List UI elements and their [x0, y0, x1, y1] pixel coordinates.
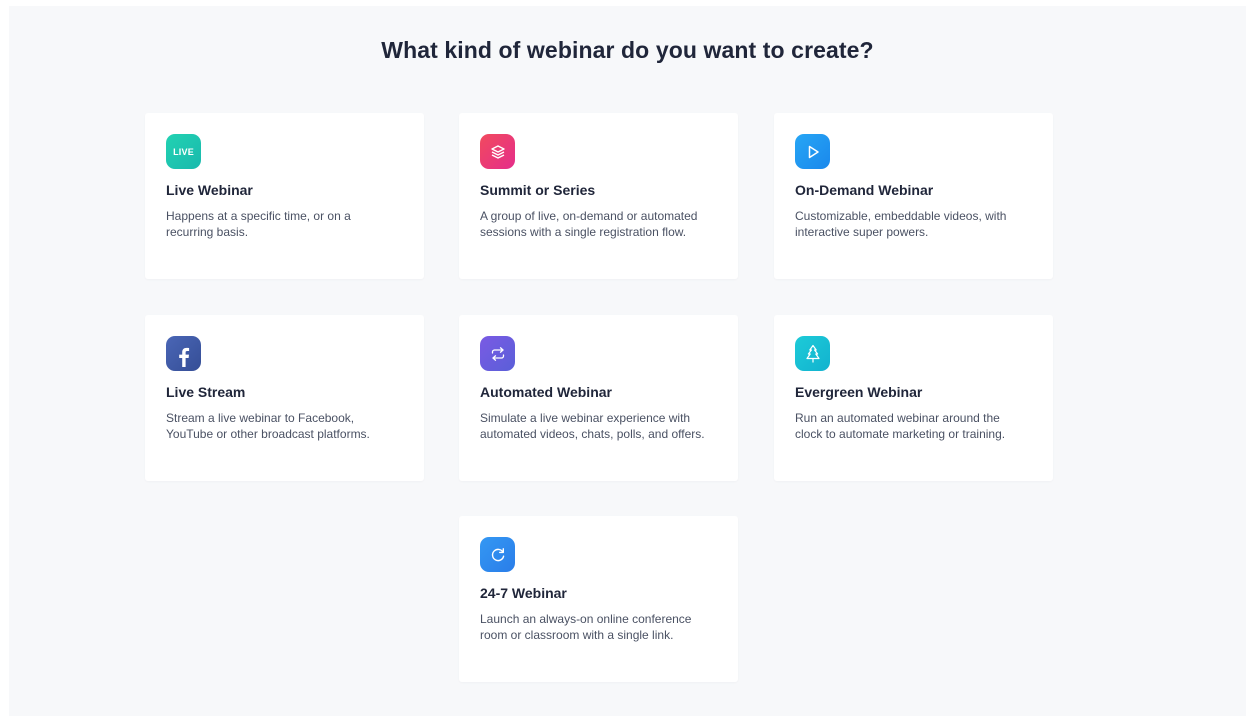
card-title: Live Stream: [166, 384, 246, 400]
card-on-demand-webinar[interactable]: On-Demand Webinar Customizable, embeddab…: [774, 113, 1053, 279]
card-title: Automated Webinar: [480, 384, 612, 400]
page-title: What kind of webinar do you want to crea…: [381, 37, 874, 63]
card-description: Launch an always-on online conference ro…: [480, 612, 692, 642]
card-live-stream[interactable]: Live Stream Stream a live webinar to Fac…: [145, 315, 424, 481]
card-title: On-Demand Webinar: [795, 182, 934, 198]
card-description: Stream a live webinar to Facebook, YouTu…: [166, 411, 370, 441]
card-title: Evergreen Webinar: [795, 384, 923, 400]
card-title: Live Webinar: [166, 182, 253, 198]
card-description: Customizable, embeddable videos, with in…: [795, 209, 1007, 239]
card-automated-webinar[interactable]: Automated Webinar Simulate a live webina…: [459, 315, 738, 481]
card-24-7-webinar[interactable]: 24-7 Webinar Launch an always-on online …: [459, 516, 738, 682]
card-title: 24-7 Webinar: [480, 585, 567, 601]
card-description: Run an automated webinar around the cloc…: [795, 411, 1006, 441]
facebook-icon: [166, 336, 201, 371]
play-icon: [795, 134, 830, 169]
card-evergreen-webinar[interactable]: Evergreen Webinar Run an automated webin…: [774, 315, 1053, 481]
refresh-icon: [480, 537, 515, 572]
tree-icon: [795, 336, 830, 371]
card-live-webinar[interactable]: LIVE Live Webinar Happens at a specific …: [145, 113, 424, 279]
card-title: Summit or Series: [480, 182, 596, 198]
main-panel: What kind of webinar do you want to crea…: [9, 6, 1246, 716]
layers-icon: [480, 134, 515, 169]
card-description: Happens at a specific time, or on a recu…: [166, 209, 351, 239]
live-icon: LIVE: [166, 134, 201, 169]
card-description: A group of live, on-demand or automated …: [480, 209, 698, 239]
card-description: Simulate a live webinar experience with …: [480, 411, 705, 441]
card-summit-or-series[interactable]: Summit or Series A group of live, on-dem…: [459, 113, 738, 279]
repeat-icon: [480, 336, 515, 371]
